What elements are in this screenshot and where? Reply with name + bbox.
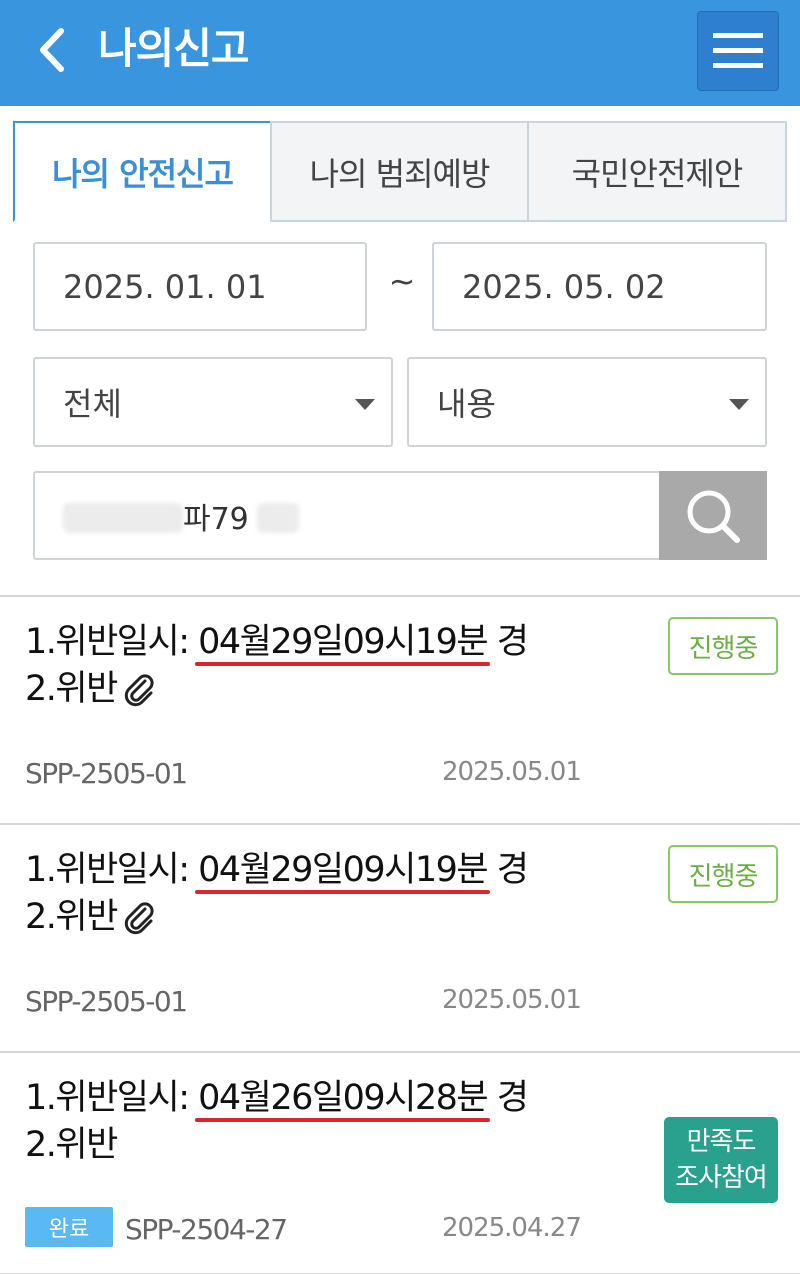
status-badge-in-progress: 진행중	[668, 845, 778, 903]
search-type-select[interactable]: 내용	[407, 357, 767, 447]
report-date: 2025.04.27	[442, 1213, 582, 1243]
survey-label-line2: 조사참여	[675, 1163, 768, 1193]
date-range-separator: ~	[388, 262, 416, 300]
title-line2: 2.위반	[25, 669, 118, 709]
list-item[interactable]: 1.위반일시: 04월29일09시19분 경 2.위반 진행중 SPP-2505-…	[0, 823, 800, 1051]
back-button[interactable]	[30, 24, 74, 76]
search-type-select-value: 내용	[437, 385, 496, 423]
search-button[interactable]	[659, 471, 767, 560]
hamburger-menu-icon	[713, 33, 763, 68]
violation-datetime: 04월29일09시19분	[195, 847, 491, 894]
report-date: 2025.05.01	[442, 757, 582, 787]
status-select[interactable]: 전체	[33, 357, 393, 447]
chevron-left-icon	[40, 28, 64, 72]
list-item[interactable]: 1.위반일시: 04월29일09시19분 경 2.위반 진행중 SPP-2505-…	[0, 595, 800, 823]
violation-datetime: 04월26일09시28분	[195, 1075, 491, 1122]
title-line2: 2.위반	[25, 1125, 118, 1165]
report-tabs: 나의 안전신고 나의 범죄예방 국민안전제안	[13, 121, 787, 222]
tab-public-safety-proposal[interactable]: 국민안전제안	[527, 121, 787, 222]
list-item[interactable]: 1.위반일시: 04월26일09시28분 경 2.위반 만족도 조사참여 완료 S…	[0, 1051, 800, 1274]
status-badge-done: 완료	[25, 1207, 113, 1247]
paperclip-icon	[124, 902, 154, 935]
date-to-field[interactable]: 2025. 05. 02	[432, 242, 767, 331]
title-prefix: 1.위반일시:	[25, 622, 199, 662]
date-from-value: 2025. 01. 01	[63, 267, 267, 306]
report-ref-number: SPP-2505-01	[25, 757, 188, 790]
caret-down-icon	[729, 399, 749, 410]
tab-my-safety-report[interactable]: 나의 안전신고	[13, 121, 272, 222]
date-to-value: 2025. 05. 02	[462, 267, 666, 306]
title-prefix: 1.위반일시:	[25, 850, 199, 890]
caret-down-icon	[355, 399, 375, 410]
report-list: 1.위반일시: 04월29일09시19분 경 2.위반 진행중 SPP-2505-…	[0, 595, 800, 1274]
survey-label-line1: 만족도	[686, 1127, 757, 1157]
menu-button[interactable]	[697, 11, 779, 91]
search-bar	[33, 471, 767, 560]
search-input[interactable]	[35, 473, 661, 558]
tab-my-crime-prevention[interactable]: 나의 범죄예방	[270, 121, 529, 222]
report-ref-number: SPP-2504-27	[125, 1213, 288, 1246]
title-suffix: 경	[487, 850, 529, 890]
paperclip-icon	[124, 674, 154, 707]
report-ref-number: SPP-2505-01	[25, 985, 188, 1018]
status-badge-in-progress: 진행중	[668, 617, 778, 675]
report-title: 1.위반일시: 04월26일09시28분 경 2.위반	[25, 1075, 645, 1169]
title-line2: 2.위반	[25, 897, 118, 937]
report-title: 1.위반일시: 04월29일09시19분 경 2.위반	[25, 847, 645, 941]
status-select-value: 전체	[63, 385, 122, 423]
title-prefix: 1.위반일시:	[25, 1078, 199, 1118]
report-title: 1.위반일시: 04월29일09시19분 경 2.위반	[25, 619, 645, 713]
date-from-field[interactable]: 2025. 01. 01	[33, 242, 367, 331]
report-date: 2025.05.01	[442, 985, 582, 1015]
title-suffix: 경	[487, 622, 529, 662]
app-bar: 나의신고	[0, 0, 800, 106]
satisfaction-survey-button[interactable]: 만족도 조사참여	[664, 1117, 778, 1203]
redacted-text	[257, 503, 299, 533]
search-icon	[687, 490, 740, 543]
violation-datetime: 04월29일09시19분	[195, 619, 491, 666]
title-suffix: 경	[487, 1078, 529, 1118]
page-title: 나의신고	[98, 24, 250, 73]
